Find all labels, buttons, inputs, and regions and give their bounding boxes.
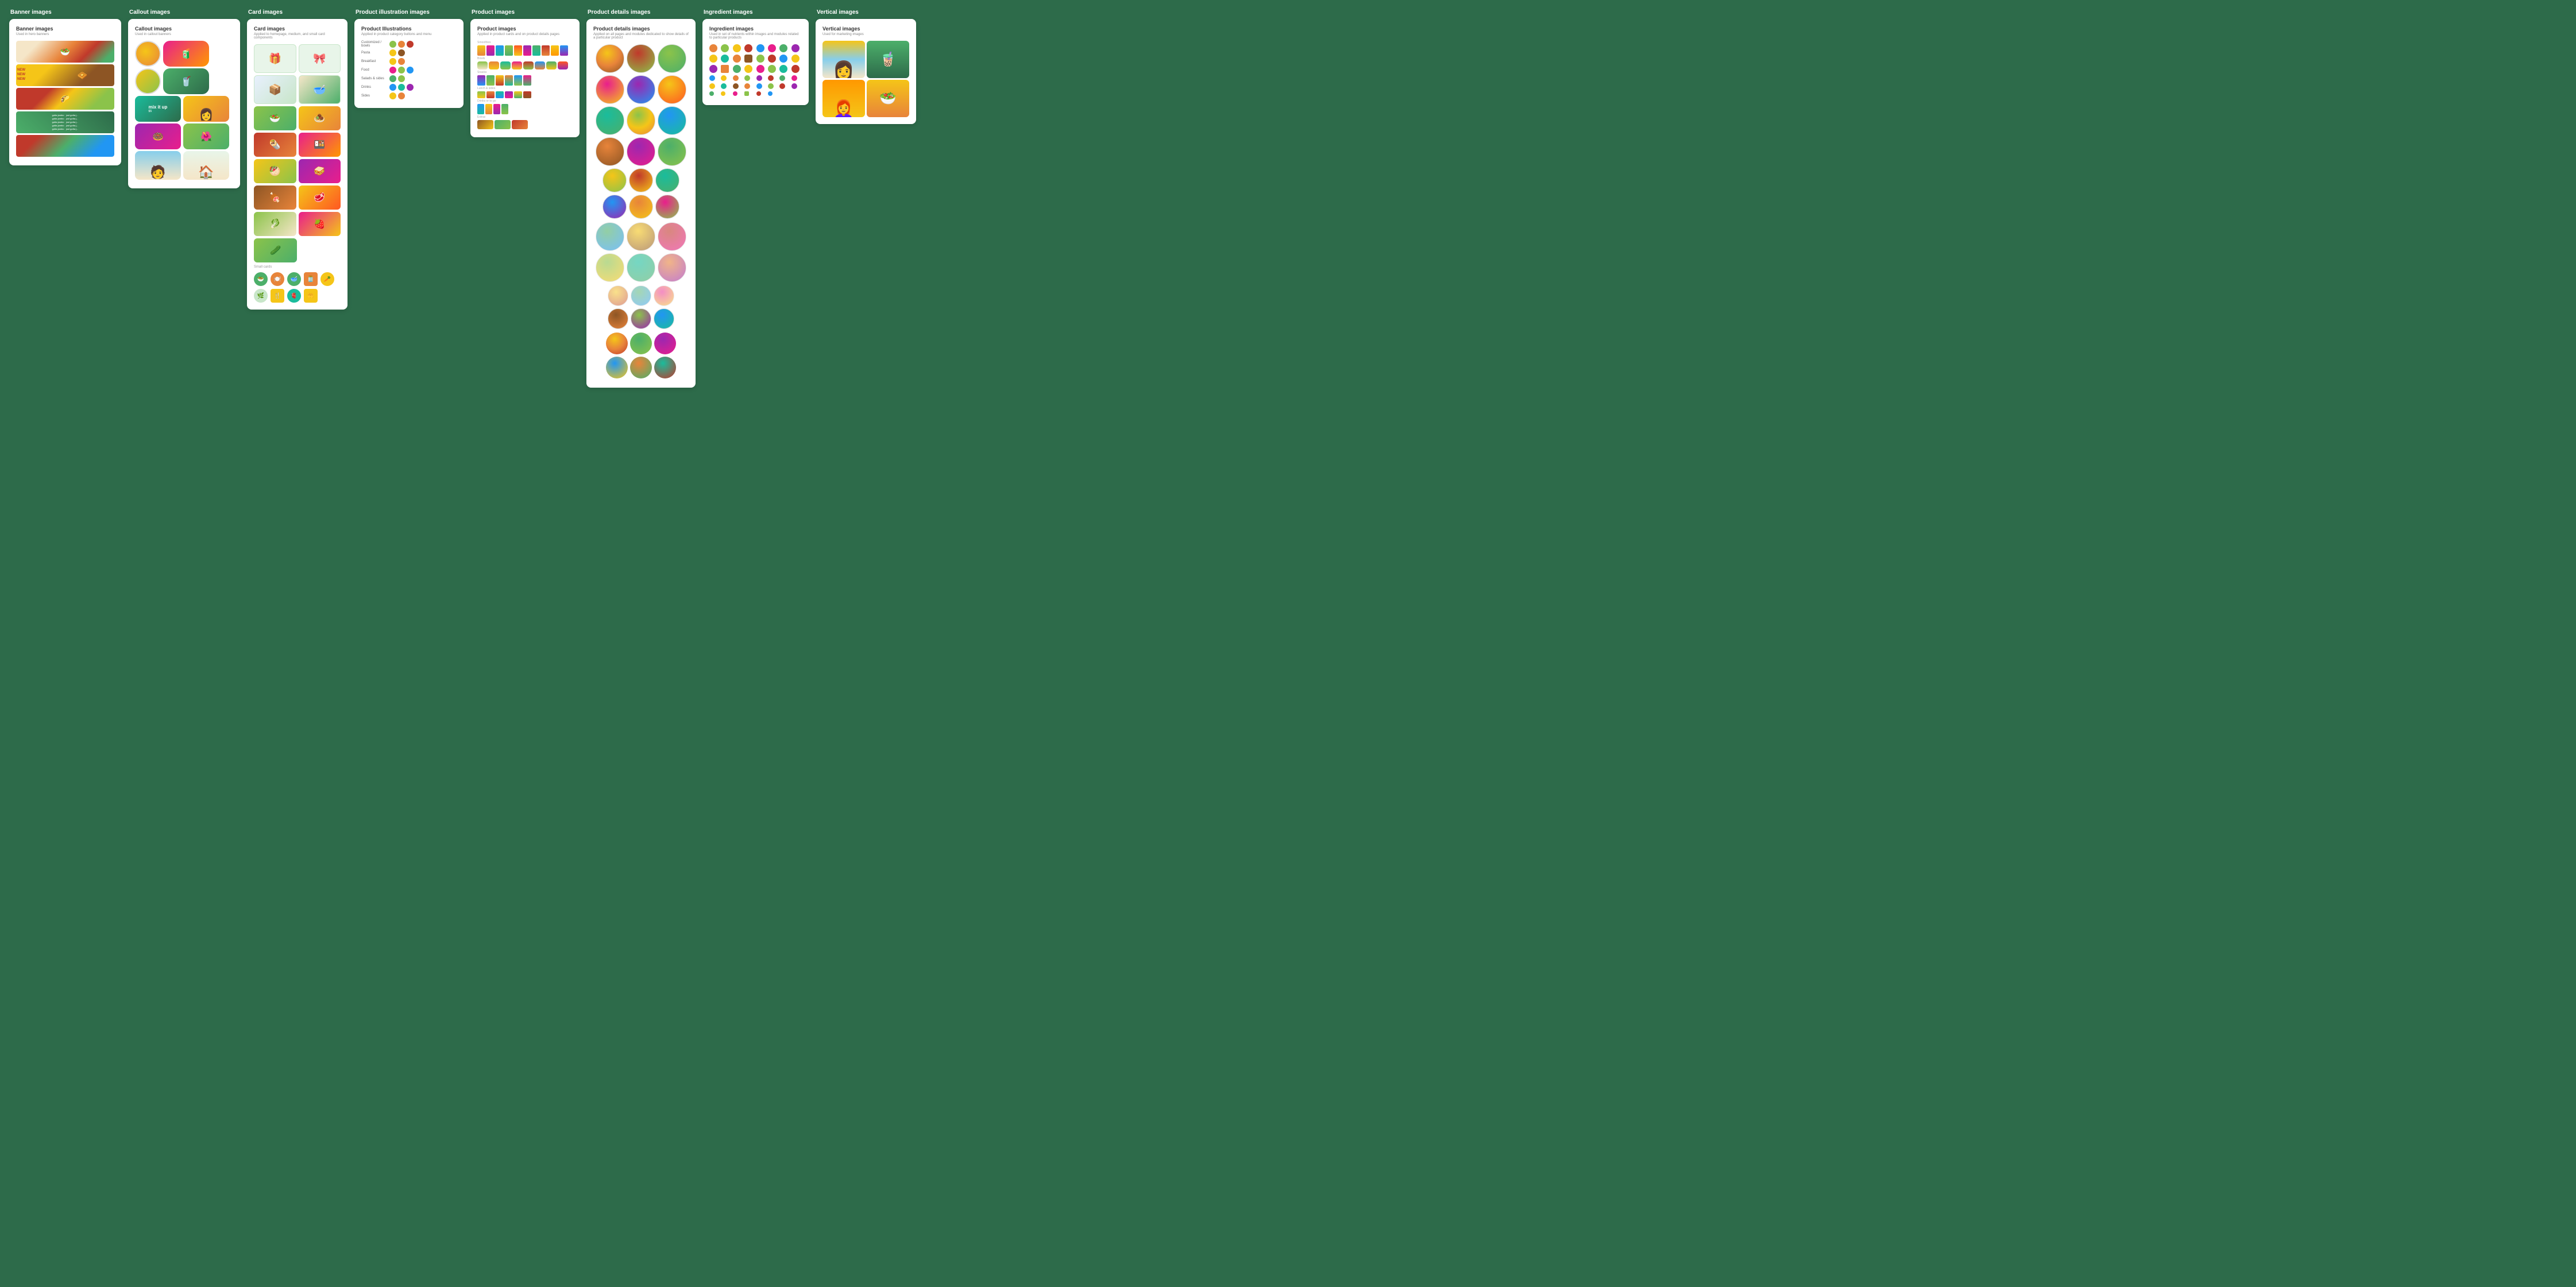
card-ingredient: Ingredient images Used in set of nutrien… bbox=[702, 19, 809, 105]
illus-row-3: Breakfast bbox=[361, 58, 457, 65]
column-header-callout: Callout images bbox=[128, 9, 240, 16]
callout-row-3: mix it up $5 👩 bbox=[135, 96, 233, 122]
small-card-icons: 🥗 🍽️ 🥣 🫙 🥕 🌿 🍴 🫀 🤲 bbox=[254, 272, 341, 303]
product-grid-container: Smoothies Bowls bbox=[477, 41, 573, 129]
banner-image-5 bbox=[16, 135, 114, 157]
product-label-5: Drinks or to go bbox=[477, 99, 573, 114]
callout-row-1: 🧃 bbox=[135, 41, 233, 67]
illus-row-4: Food bbox=[361, 67, 457, 74]
card-card: Card images Applied to homepage, medium,… bbox=[247, 19, 347, 310]
small-cards-label: Small cards bbox=[254, 265, 341, 269]
ingredient-subtitle: Used in set of nutrients within images a… bbox=[709, 33, 802, 40]
callout-title: Callout images bbox=[135, 26, 233, 32]
card-row-5: 🥙 🥪 bbox=[254, 159, 341, 183]
banner-image-1: 🥗 bbox=[16, 41, 114, 63]
callout-row-2: 🥤 bbox=[135, 68, 233, 94]
card-row-3: 🥗 🧆 bbox=[254, 106, 341, 130]
illus-row-2: Pasta bbox=[361, 49, 457, 56]
column-product: Product images Product images Applied in… bbox=[470, 9, 580, 137]
product-label-4: Lunch & sides bbox=[477, 87, 573, 98]
ingredient-grid-main bbox=[709, 44, 802, 96]
product-label-3: Snacks bbox=[477, 71, 573, 86]
card-row-6: 🍖 🥩 bbox=[254, 185, 341, 210]
card-subtitle: Applied to homepage, medium, and small c… bbox=[254, 33, 341, 40]
card-product: Product images Applied in product cards … bbox=[470, 19, 580, 137]
column-header-product: Product images bbox=[470, 9, 580, 16]
callout-row-4: 🍩 🌺 bbox=[135, 123, 233, 149]
column-header-ingredient: Ingredient images bbox=[702, 9, 809, 16]
product-label-6: Extras bbox=[477, 115, 573, 129]
illus-title: Product Illustrations bbox=[361, 26, 457, 32]
illus-list: Customized / bowls Pasta Breakfast bbox=[361, 41, 457, 99]
illus-row-6: Drinks bbox=[361, 84, 457, 91]
illus-subtitle: Applied in product category buttons and … bbox=[361, 33, 457, 36]
column-banner: Banner images Banner images Used in hero… bbox=[9, 9, 121, 165]
card-details: Product details images Applied on all pa… bbox=[586, 19, 696, 388]
card-row-7: 🥬 🍓 bbox=[254, 212, 341, 236]
product-subtitle: Applied in product cards and on product … bbox=[477, 33, 573, 36]
card-illus: Product Illustrations Applied in product… bbox=[354, 19, 464, 108]
column-header-vertical: Vertical images bbox=[816, 9, 916, 16]
details-subtitle: Applied on all pages and modules dedicat… bbox=[593, 33, 689, 40]
banner-title: Banner images bbox=[16, 26, 114, 32]
card-callout: Callout images Used in callout banners 🧃… bbox=[128, 19, 240, 188]
card-vertical: Vertical images Used for marketing image… bbox=[816, 19, 916, 124]
column-header-card: Card images bbox=[247, 9, 347, 16]
banner-image-2: 🧇 NEW NEW NEW bbox=[16, 64, 114, 86]
card-row-4: 🌯 🍱 bbox=[254, 133, 341, 157]
card-banner: Banner images Used in hero banners 🥗 🧇 N… bbox=[9, 19, 121, 165]
illus-row-5: Salads & sides bbox=[361, 75, 457, 82]
column-ingredient: Ingredient images Ingredient images Used… bbox=[702, 9, 809, 105]
column-header-illus: Product illustration images bbox=[354, 9, 464, 16]
card-large-row-1: 🎁 🎀 bbox=[254, 44, 341, 73]
illus-row-7: Sides bbox=[361, 92, 457, 99]
details-bowls-1 bbox=[593, 44, 689, 378]
banner-subtitle: Used in hero banners bbox=[16, 33, 114, 36]
column-header-banner: Banner images bbox=[9, 9, 121, 16]
column-illus: Product illustration images Product Illu… bbox=[354, 9, 464, 108]
column-callout: Callout images Callout images Used in ca… bbox=[128, 9, 240, 188]
card-large-row-2: 📦 🥣 bbox=[254, 75, 341, 104]
vertical-subtitle: Used for marketing images bbox=[822, 33, 909, 36]
banner-image-3: 🌮 bbox=[16, 88, 114, 110]
illus-row-1: Customized / bowls bbox=[361, 41, 457, 48]
product-title: Product images bbox=[477, 26, 573, 32]
details-title: Product details images bbox=[593, 26, 689, 32]
card-title: Card images bbox=[254, 26, 341, 32]
callout-subtitle: Used in callout banners bbox=[135, 33, 233, 36]
vertical-title: Vertical images bbox=[822, 26, 909, 32]
banner-image-4: gotta jambo just gotta j... gotta jambo … bbox=[16, 111, 114, 133]
column-header-details: Product details images bbox=[586, 9, 696, 16]
product-label-1: Smoothies bbox=[477, 41, 573, 56]
column-vertical: Vertical images Vertical images Used for… bbox=[816, 9, 916, 124]
product-label-2: Bowls bbox=[477, 57, 573, 69]
column-details: Product details images Product details i… bbox=[586, 9, 696, 388]
card-row-8-single: 🥒 bbox=[254, 238, 341, 262]
callout-row-5: 🧑 🏠 bbox=[135, 151, 233, 180]
page-layout: Banner images Banner images Used in hero… bbox=[9, 9, 2567, 388]
vertical-images-grid: 👩 🧋 👩‍🦰 🥗 bbox=[822, 41, 909, 117]
column-card: Card images Card images Applied to homep… bbox=[247, 9, 347, 310]
ingredient-title: Ingredient images bbox=[709, 26, 802, 32]
